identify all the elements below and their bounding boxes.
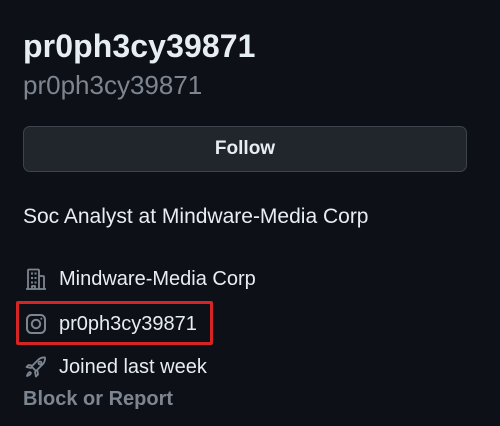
block-or-report-link[interactable]: Block or Report [23,386,173,412]
follow-button[interactable]: Follow [23,126,467,172]
social-account-link[interactable]: pr0ph3cy39871 [59,311,197,337]
profile-username: pr0ph3cy39871 [23,70,203,100]
building-icon [23,266,49,292]
rocket-icon [23,354,49,380]
organization-link[interactable]: Mindware-Media Corp [59,266,256,292]
profile-bio: Soc Analyst at Mindware-Media Corp [23,205,369,228]
social-account-row: pr0ph3cy39871 [23,311,197,337]
organization-row: Mindware-Media Corp [23,266,256,292]
joined-row: Joined last week [23,354,207,380]
joined-date: Joined last week [59,356,207,378]
profile-sidebar: pr0ph3cy39871 pr0ph3cy39871 Follow Soc A… [0,0,500,426]
instagram-icon [23,311,49,337]
profile-display-name: pr0ph3cy39871 [23,28,256,64]
